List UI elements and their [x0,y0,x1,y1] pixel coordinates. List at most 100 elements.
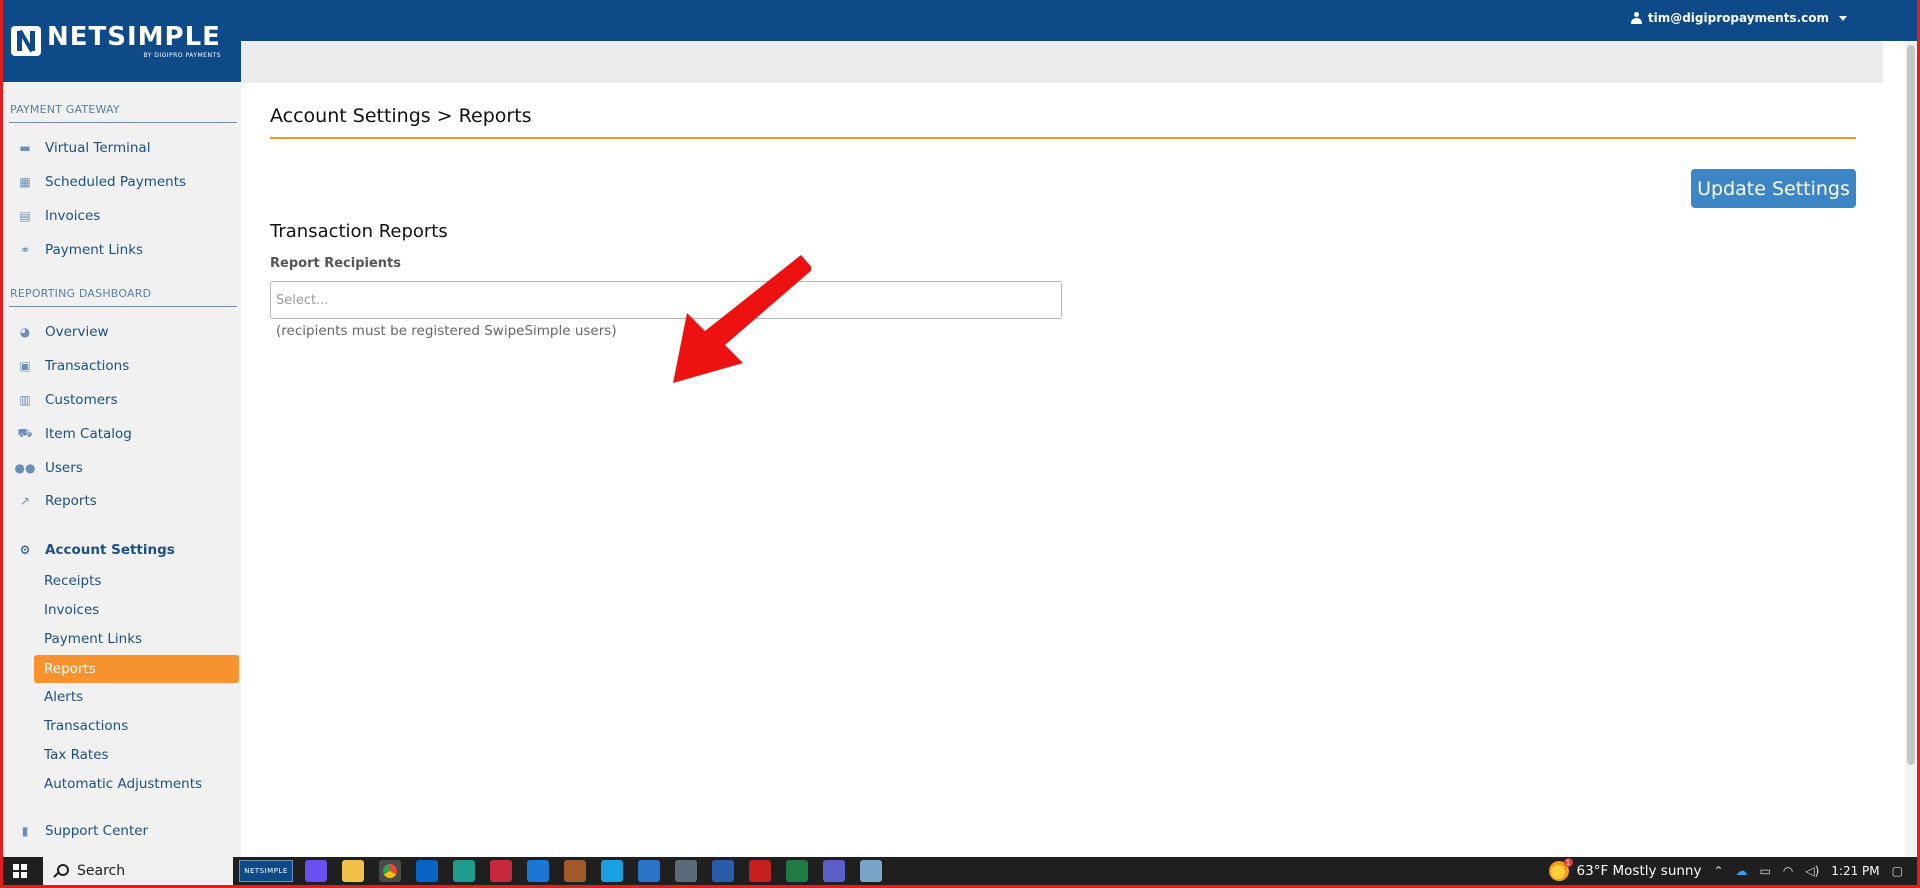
system-tray: 1 63°F Mostly sunny ⌃ ☁ ▭ ◠ ◁) 1:21 PM ▢ [1548,857,1917,885]
netsimple-logo-icon [11,26,41,56]
chevron-up-icon[interactable]: ⌃ [1713,864,1723,878]
clock[interactable]: 1:21 PM [1831,864,1879,878]
user-icon [1630,12,1642,24]
app-icon-brown[interactable] [564,860,586,882]
word-icon[interactable] [712,860,734,882]
chrome-icon[interactable] [379,860,401,882]
sidebar-item-label: Support Center [45,823,149,839]
taskbar-netsimple-icon[interactable]: NETSIMPLE [239,860,293,882]
search-icon [53,864,69,878]
sidebar-subitem-transactions[interactable]: Transactions [44,715,128,737]
sidebar-item-payment-links[interactable]: ⚭ Payment Links [17,239,143,261]
red-arrow-annotation-icon [673,255,811,383]
sidebar-item-label: Invoices [45,208,101,224]
acrobat-icon[interactable] [749,860,771,882]
user-menu[interactable]: tim@digipropayments.com [1630,11,1847,25]
sidebar-item-label: Users [45,460,83,476]
weather-text[interactable]: 63°F Mostly sunny [1577,863,1702,879]
recipients-help-text: (recipients must be registered SwipeSimp… [276,323,617,339]
document-icon: ▤ [19,209,31,223]
sidebar-item-label: Transactions [45,358,130,374]
teams-icon[interactable] [823,860,845,882]
users-icon: ●● [14,461,36,475]
windows-start-icon[interactable] [13,864,27,878]
sidebar-item-label: Virtual Terminal [45,140,151,156]
line-chart-icon: ↗ [19,494,31,508]
outlook-icon[interactable] [416,860,438,882]
section-divider [9,122,237,123]
sidebar-item-invoices[interactable]: ▤ Invoices [17,205,100,227]
sidebar-item-label: Item Catalog [45,426,132,442]
brand-tagline: BY DIGIPRO PAYMENTS [143,51,221,59]
notepad-icon[interactable] [860,860,882,882]
gauge-icon: ◕ [19,325,31,339]
sidebar-item-customers[interactable]: ▥ Customers [17,389,118,411]
skype-business-icon[interactable] [601,860,623,882]
section-heading: Transaction Reports [270,221,448,242]
section-label-reporting-dashboard: REPORTING DASHBOARD [10,287,152,300]
copilot-icon[interactable] [305,860,327,882]
sidebar-item-item-catalog[interactable]: ⛟ Item Catalog [17,423,132,445]
sidebar-item-label: Customers [45,392,118,408]
volume-icon[interactable]: ◁) [1805,864,1819,878]
sidebar-subitem-reports: Reports [44,661,96,677]
sidebar-subitem-invoices[interactable]: Invoices [44,599,99,621]
chevron-down-icon [1839,15,1847,21]
taskbar-netsimple-label: NETSIMPLE [244,867,288,875]
sidebar-item-transactions[interactable]: ▣ Transactions [17,355,129,377]
sidebar-subitem-payment-links[interactable]: Payment Links [44,628,142,650]
onedrive-icon[interactable]: ☁ [1736,864,1748,878]
sidebar-item-label: Account Settings [45,542,175,558]
scrollbar-thumb[interactable] [1907,45,1915,765]
top-header-bar: tim@digipropayments.com [3,0,1917,41]
sidebar: PAYMENT GATEWAY ▬ Virtual Terminal ▦ Sch… [3,82,241,857]
book-icon: ▮ [21,824,29,838]
search-label: Search [77,863,126,879]
display-icon[interactable]: ▭ [1760,864,1771,878]
calculator-icon[interactable] [675,860,697,882]
brand-name: NETSIMPLE [47,21,221,52]
notification-icon[interactable]: ▢ [1892,864,1903,878]
sidebar-item-label: Payment Links [45,242,144,258]
windows-taskbar: Search NETSIMPLE 1 63°F Mostly sunny ⌃ ☁… [3,857,1917,885]
logo[interactable]: NETSIMPLE BY DIGIPRO PAYMENTS [3,0,241,82]
link-icon: ⚭ [19,243,31,257]
taskbar-search-box[interactable]: Search [43,857,233,885]
id-card-icon: ▥ [19,393,31,407]
app-icon-red[interactable] [490,860,512,882]
money-icon: ▣ [19,359,31,373]
sidebar-item-support-center[interactable]: ▮ Support Center [17,820,148,842]
wifi-icon[interactable]: ◠ [1783,864,1793,878]
cart-icon: ⛟ [17,426,33,440]
main-content: Account Settings > Reports Update Settin… [241,83,1883,857]
sidebar-item-reports[interactable]: ↗ Reports [17,490,97,512]
page-title: Account Settings > Reports [270,105,532,127]
sidebar-subitem-alerts[interactable]: Alerts [44,686,83,708]
sidebar-item-overview[interactable]: ◕ Overview [17,321,109,343]
update-settings-button[interactable]: Update Settings [1691,169,1856,208]
sidebar-subitem-tax-rates[interactable]: Tax Rates [44,744,109,766]
sidebar-item-label: Reports [45,493,97,509]
sidebar-item-label: Overview [45,324,109,340]
report-recipients-label: Report Recipients [270,256,401,271]
edge-icon[interactable] [453,860,475,882]
sidebar-item-label: Scheduled Payments [45,174,187,190]
credit-card-icon: ▬ [19,141,31,155]
file-explorer-icon[interactable] [342,860,364,882]
app-icon-blue[interactable] [638,860,660,882]
title-divider [270,137,1856,139]
weather-badge: 1 [1563,858,1573,867]
excel-icon[interactable] [786,860,808,882]
weather-icon[interactable]: 1 [1548,858,1573,881]
content-header-strip [241,41,1883,83]
sidebar-item-virtual-terminal[interactable]: ▬ Virtual Terminal [17,137,150,159]
sidebar-subitem-automatic-adjustments[interactable]: Automatic Adjustments [44,773,202,795]
section-label-payment-gateway: PAYMENT GATEWAY [10,103,120,116]
gear-icon: ⚙ [19,543,31,557]
sidebar-item-account-settings[interactable]: ⚙ Account Settings [17,539,175,561]
calendar-icon: ▦ [19,175,31,189]
skype-icon[interactable] [527,860,549,882]
sidebar-subitem-receipts[interactable]: Receipts [44,570,101,592]
sidebar-item-users[interactable]: ●● Users [14,457,83,479]
sidebar-item-scheduled-payments[interactable]: ▦ Scheduled Payments [17,171,186,193]
